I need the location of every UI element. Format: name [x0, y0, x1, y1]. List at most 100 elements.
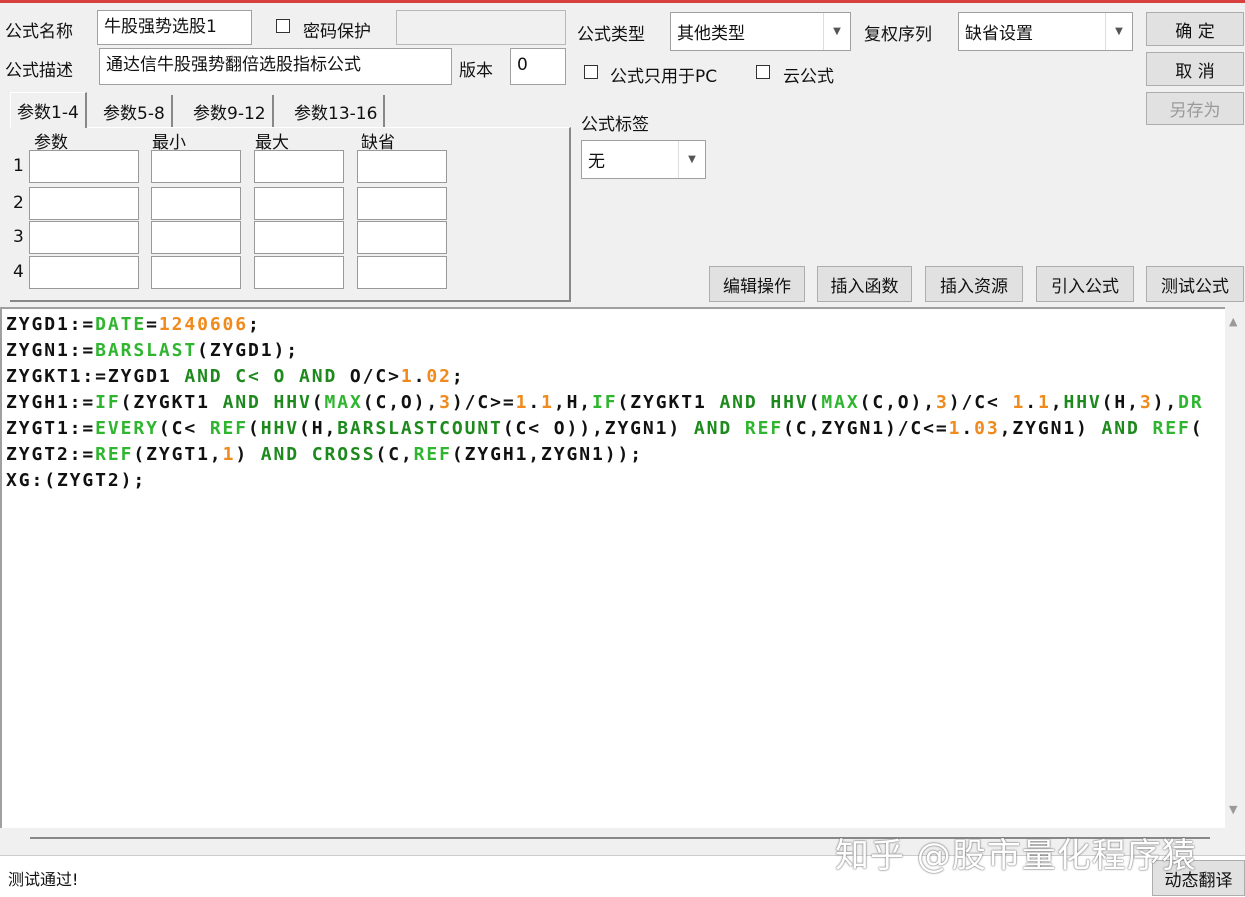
save-as-button[interactable]: 另存为: [1146, 92, 1244, 125]
code-token: AND: [693, 418, 733, 439]
param-min-input[interactable]: [151, 221, 241, 254]
code-token: O/C>: [337, 366, 401, 387]
formula-tag-dropdown[interactable]: 无 ▼: [581, 140, 706, 179]
param-default-input[interactable]: [357, 187, 447, 220]
formula-tag-value: 无: [588, 152, 605, 172]
insert-function-button[interactable]: 插入函数: [817, 266, 912, 302]
param-max-input[interactable]: [254, 150, 344, 183]
code-token: 03: [974, 418, 1000, 439]
param-row-number: 3: [13, 227, 24, 247]
tab-params-1-4[interactable]: 参数1-4: [10, 92, 87, 128]
code-line: XG:(ZYGT2);: [6, 468, 1226, 494]
formula-type-dropdown[interactable]: 其他类型 ▼: [670, 12, 851, 51]
code-line: ZYGT1:=EVERY(C< REF(HHV(H,BARSLASTCOUNT(…: [6, 416, 1226, 442]
code-token: (C,: [375, 444, 414, 465]
version-input[interactable]: 0: [510, 48, 566, 85]
code-token: HHV: [273, 392, 312, 413]
code-token: (C,O),: [362, 392, 440, 413]
code-token: 1: [222, 444, 236, 465]
code-content[interactable]: ZYGD1:=DATE=1240606; ZYGN1:=BARSLAST(ZYGD…: [6, 312, 1226, 494]
param-max-input[interactable]: [254, 221, 344, 254]
code-token: .: [413, 366, 427, 387]
tab-params-9-12[interactable]: 参数9-12: [187, 95, 274, 127]
code-token: 1: [1037, 392, 1051, 413]
param-max-input[interactable]: [254, 256, 344, 289]
code-token: (ZYGKT1: [617, 392, 720, 413]
code-token: 3: [439, 392, 452, 413]
code-token: ,: [1050, 392, 1064, 413]
code-token: IF: [592, 392, 618, 413]
param-default-input[interactable]: [357, 256, 447, 289]
param-default-input[interactable]: [357, 150, 447, 183]
code-token: ): [235, 444, 261, 465]
code-token: (H,: [299, 418, 338, 439]
cloud-checkbox[interactable]: [756, 65, 770, 79]
param-name-input[interactable]: [29, 187, 139, 220]
tab-params-13-16[interactable]: 参数13-16: [288, 95, 386, 127]
code-token: C< O: [222, 366, 299, 387]
insert-resource-button[interactable]: 插入资源: [925, 266, 1023, 302]
formula-desc-input[interactable]: 通达信牛股强势翻倍选股指标公式: [99, 48, 452, 85]
import-formula-button[interactable]: 引入公式: [1036, 266, 1134, 302]
param-name-input[interactable]: [29, 256, 139, 289]
code-token: AND: [222, 392, 261, 413]
code-token: HHV: [770, 392, 809, 413]
code-token: EVERY: [95, 418, 159, 439]
code-editor[interactable]: ZYGD1:=DATE=1240606; ZYGN1:=BARSLAST(ZYGD…: [0, 307, 1245, 828]
code-token: REF: [1152, 418, 1191, 439]
code-token: REF: [413, 444, 452, 465]
param-name-input[interactable]: [29, 221, 139, 254]
code-token: (: [248, 418, 261, 439]
scroll-down-icon[interactable]: ▼: [1229, 803, 1237, 816]
param-min-input[interactable]: [151, 256, 241, 289]
code-token: CROSS: [311, 444, 376, 465]
code-token: =: [146, 314, 159, 335]
param-max-input[interactable]: [254, 187, 344, 220]
formula-name-input[interactable]: 牛股强势选股1: [97, 10, 252, 45]
watermark: 知乎 @股市量化程序猿: [835, 836, 1197, 876]
scroll-up-icon[interactable]: ▲: [1229, 315, 1237, 328]
code-token: (ZYGKT1: [120, 392, 223, 413]
rights-dropdown[interactable]: 缺省设置 ▼: [958, 12, 1133, 51]
password-protect-label: 密码保护: [303, 22, 371, 42]
code-line: ZYGT2:=REF(ZYGT1,1) AND CROSS(C,REF(ZYGH…: [6, 442, 1226, 468]
code-token: )/C>=: [451, 392, 516, 413]
chevron-down-icon: ▼: [1105, 13, 1132, 50]
tab-params-5-8[interactable]: 参数5-8: [97, 95, 173, 127]
pc-only-checkbox[interactable]: [584, 65, 598, 79]
param-row-number: 4: [13, 262, 24, 282]
param-min-input[interactable]: [151, 150, 241, 183]
code-token: 3: [936, 392, 949, 413]
code-token: (H,: [1101, 392, 1140, 413]
param-default-input[interactable]: [357, 221, 447, 254]
formula-desc-label: 公式描述: [5, 61, 73, 81]
param-min-input[interactable]: [151, 187, 241, 220]
code-token: XG:(ZYGT2);: [6, 470, 147, 491]
code-token: .: [1025, 392, 1038, 413]
code-token: (C,O),: [859, 392, 937, 413]
pc-only-label: 公式只用于PC: [610, 67, 718, 87]
formula-name-label: 公式名称: [5, 22, 73, 42]
code-token: 1240606: [158, 314, 249, 335]
code-line: ZYGN1:=BARSLAST(ZYGD1);: [6, 338, 1226, 364]
code-token: ;: [248, 314, 261, 335]
ok-button[interactable]: 确 定: [1146, 12, 1244, 46]
code-token: REF: [744, 418, 784, 439]
test-formula-button[interactable]: 测试公式: [1146, 266, 1244, 302]
edit-operation-button[interactable]: 编辑操作: [709, 266, 805, 302]
code-token: 02: [426, 366, 452, 387]
code-token: DR: [1178, 392, 1204, 413]
code-token: (C,ZYGN1)/C<=: [783, 418, 949, 439]
vertical-scrollbar[interactable]: ▲ ▼: [1225, 307, 1245, 828]
param-name-input[interactable]: [29, 150, 139, 183]
code-token: HHV: [1063, 392, 1102, 413]
chevron-down-icon: ▼: [678, 141, 705, 178]
cancel-button[interactable]: 取 消: [1146, 52, 1244, 86]
code-token: AND: [184, 366, 223, 387]
password-protect-checkbox[interactable]: [276, 19, 290, 33]
code-token: 1: [948, 418, 962, 439]
password-input[interactable]: [396, 10, 566, 45]
